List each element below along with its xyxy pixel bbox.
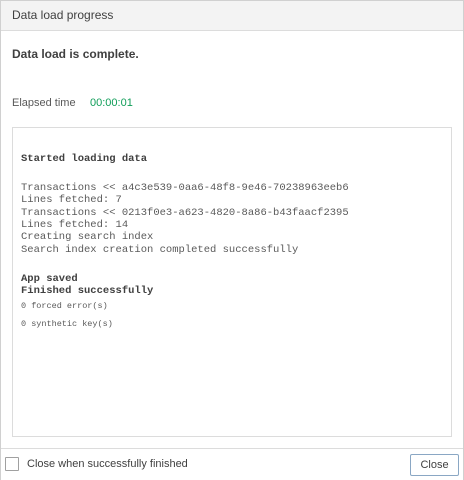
log-line-app-saved: App saved (21, 273, 78, 285)
log-line-lines-fetched-2: Lines fetched: 14 (21, 219, 129, 231)
log-line-synthetic-keys: 0 synthetic key(s) (21, 319, 113, 329)
log-line-transactions-1: Transactions << a4c3e539-0aa6-48f8-9e46-… (21, 182, 349, 194)
data-load-progress-dialog: Data load progress Data load is complete… (0, 0, 464, 480)
log-line-finished: Finished successfully (21, 285, 154, 297)
dialog-header: Data load progress (1, 1, 463, 31)
log-line-creating-index: Creating search index (21, 231, 154, 243)
close-when-finished-label[interactable]: Close when successfully finished (27, 458, 188, 470)
dialog-title: Data load progress (12, 8, 114, 22)
load-status-text: Data load is complete. (12, 47, 139, 61)
close-button[interactable]: Close (410, 454, 459, 476)
close-when-finished-checkbox[interactable] (5, 457, 19, 471)
log-line-lines-fetched-1: Lines fetched: 7 (21, 194, 122, 206)
elapsed-time-value: 00:00:01 (90, 97, 133, 109)
log-line-index-complete: Search index creation completed successf… (21, 244, 299, 256)
load-log-panel[interactable]: Started loading data Transactions << a4c… (12, 127, 452, 437)
log-line-started: Started loading data (21, 153, 148, 165)
log-line-transactions-2: Transactions << 0213f0e3-a623-4820-8a86-… (21, 207, 349, 219)
log-line-forced-errors: 0 forced error(s) (21, 301, 108, 311)
elapsed-time-label: Elapsed time (12, 97, 76, 109)
dialog-footer: Close when successfully finished Close (1, 448, 463, 480)
